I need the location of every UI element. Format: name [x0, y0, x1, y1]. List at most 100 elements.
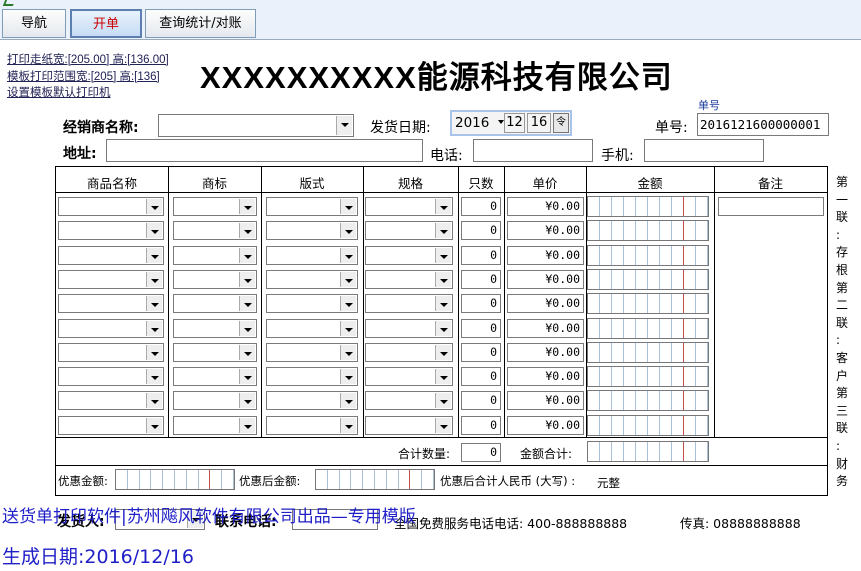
chevron-down-icon[interactable]: [340, 247, 356, 263]
brand-select[interactable]: [173, 391, 257, 411]
unit-price-field[interactable]: ¥0.00: [507, 318, 584, 338]
print-paper-size-link[interactable]: 打印走纸宽:[205.00] 高:[136.00]: [7, 51, 169, 67]
chevron-down-icon[interactable]: [340, 296, 356, 312]
unit-price-field[interactable]: ¥0.00: [507, 342, 584, 362]
style-select[interactable]: [266, 391, 358, 411]
discount-field[interactable]: [115, 469, 235, 490]
chevron-down-icon[interactable]: [435, 296, 451, 312]
chevron-down-icon[interactable]: [239, 393, 255, 409]
amount-field[interactable]: [587, 390, 709, 412]
amount-field[interactable]: [587, 414, 709, 436]
chevron-down-icon[interactable]: [146, 223, 162, 239]
date-day[interactable]: 16: [527, 113, 551, 133]
chevron-down-icon[interactable]: [239, 417, 255, 433]
date-month[interactable]: 12: [504, 113, 525, 133]
chevron-down-icon[interactable]: [239, 223, 255, 239]
tab-new-order[interactable]: 开单: [70, 9, 142, 38]
product-select[interactable]: [58, 342, 164, 362]
quantity-field[interactable]: 0: [461, 367, 501, 387]
product-select[interactable]: [58, 318, 164, 338]
chevron-down-icon[interactable]: [435, 393, 451, 409]
chevron-down-icon[interactable]: [239, 296, 255, 312]
style-select[interactable]: [266, 318, 358, 338]
style-select[interactable]: [266, 245, 358, 265]
chevron-down-icon[interactable]: [435, 417, 451, 433]
chevron-down-icon[interactable]: [146, 344, 162, 360]
product-select[interactable]: [58, 269, 164, 289]
amount-field[interactable]: [587, 341, 709, 363]
spec-select[interactable]: [365, 391, 453, 411]
spec-select[interactable]: [365, 318, 453, 338]
quantity-field[interactable]: 0: [461, 197, 501, 216]
chevron-down-icon[interactable]: [340, 320, 356, 336]
style-select[interactable]: [266, 197, 358, 216]
amount-field[interactable]: [587, 366, 709, 388]
chevron-down-icon[interactable]: [239, 199, 255, 214]
chevron-down-icon[interactable]: [340, 344, 356, 360]
chevron-down-icon[interactable]: [146, 271, 162, 287]
amount-field[interactable]: [587, 293, 709, 315]
quantity-field[interactable]: 0: [461, 318, 501, 338]
chevron-down-icon[interactable]: [435, 320, 451, 336]
quantity-field[interactable]: 0: [461, 269, 501, 289]
unit-price-field[interactable]: ¥0.00: [507, 415, 584, 435]
dealer-select[interactable]: [158, 114, 354, 137]
chevron-down-icon[interactable]: [146, 320, 162, 336]
quantity-field[interactable]: 0: [461, 245, 501, 265]
style-select[interactable]: [266, 342, 358, 362]
spec-select[interactable]: [365, 269, 453, 289]
style-select[interactable]: [266, 367, 358, 387]
spec-select[interactable]: [365, 415, 453, 435]
amount-field[interactable]: [587, 317, 709, 339]
amount-field[interactable]: [587, 220, 709, 242]
chevron-down-icon[interactable]: [340, 199, 356, 214]
address-field[interactable]: [106, 139, 423, 162]
phone-field[interactable]: [473, 139, 593, 162]
total-amount-field[interactable]: [587, 441, 709, 462]
brand-select[interactable]: [173, 318, 257, 338]
spec-select[interactable]: [365, 245, 453, 265]
quantity-field[interactable]: 0: [461, 221, 501, 241]
amount-field[interactable]: [587, 196, 709, 217]
print-range-link[interactable]: 模板打印范围宽:[205] 高:[136]: [7, 68, 160, 84]
unit-price-field[interactable]: ¥0.00: [507, 245, 584, 265]
chevron-down-icon[interactable]: [340, 369, 356, 385]
chevron-down-icon[interactable]: [336, 116, 352, 135]
date-calendar-icon[interactable]: 令: [553, 113, 569, 133]
chevron-down-icon[interactable]: [435, 344, 451, 360]
style-select[interactable]: [266, 294, 358, 314]
order-no-field[interactable]: 2016121600000001: [697, 113, 829, 136]
brand-select[interactable]: [173, 221, 257, 241]
product-select[interactable]: [58, 367, 164, 387]
style-select[interactable]: [266, 415, 358, 435]
product-select[interactable]: [58, 197, 164, 216]
brand-select[interactable]: [173, 367, 257, 387]
chevron-down-icon[interactable]: [239, 247, 255, 263]
unit-price-field[interactable]: ¥0.00: [507, 294, 584, 314]
unit-price-field[interactable]: ¥0.00: [507, 269, 584, 289]
chevron-down-icon[interactable]: [146, 247, 162, 263]
spec-select[interactable]: [365, 367, 453, 387]
chevron-down-icon[interactable]: [146, 296, 162, 312]
chevron-down-icon[interactable]: [340, 393, 356, 409]
brand-select[interactable]: [173, 415, 257, 435]
chevron-down-icon[interactable]: [340, 223, 356, 239]
unit-price-field[interactable]: ¥0.00: [507, 197, 584, 216]
chevron-down-icon[interactable]: [435, 199, 451, 214]
after-discount-field[interactable]: [315, 469, 435, 490]
total-qty-field[interactable]: 0: [461, 443, 501, 462]
brand-select[interactable]: [173, 269, 257, 289]
style-select[interactable]: [266, 221, 358, 241]
brand-select[interactable]: [173, 197, 257, 216]
unit-price-field[interactable]: ¥0.00: [507, 391, 584, 411]
quantity-field[interactable]: 0: [461, 391, 501, 411]
spec-select[interactable]: [365, 221, 453, 241]
product-select[interactable]: [58, 415, 164, 435]
quantity-field[interactable]: 0: [461, 342, 501, 362]
chevron-down-icon[interactable]: [146, 393, 162, 409]
spec-select[interactable]: [365, 342, 453, 362]
date-year[interactable]: 2016: [455, 115, 489, 131]
mobile-field[interactable]: [644, 139, 764, 162]
brand-select[interactable]: [173, 294, 257, 314]
chevron-down-icon[interactable]: [435, 223, 451, 239]
